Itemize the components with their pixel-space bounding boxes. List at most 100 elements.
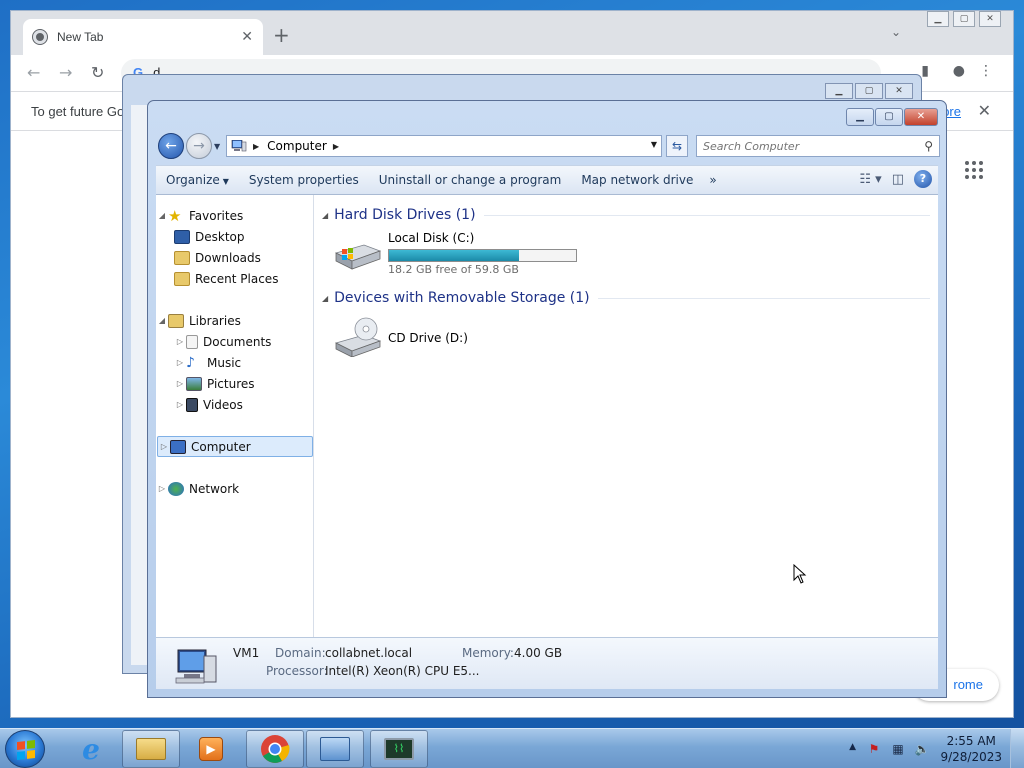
taskbar-chrome[interactable] xyxy=(246,730,304,768)
explorer-forward-icon[interactable]: → xyxy=(186,133,212,159)
explorer-maximize-button[interactable]: ▢ xyxy=(875,108,903,126)
refresh-icon[interactable]: ⇆ xyxy=(666,135,688,157)
change-view-icon[interactable]: ☷ ▾ xyxy=(859,172,881,187)
view-controls: ☷ ▾ ◫ ? xyxy=(859,170,932,188)
expanded-triangle-icon[interactable]: ◢ xyxy=(322,294,328,303)
drive-c-usage-fill xyxy=(389,250,520,261)
breadcrumb-computer[interactable]: Computer xyxy=(267,139,327,153)
taskbar-internet-explorer[interactable]: e xyxy=(62,730,120,768)
desktop-icon xyxy=(174,229,190,244)
music-note-icon: ♪ xyxy=(186,354,195,371)
chrome-tab-new-tab[interactable]: New Tab ✕ xyxy=(23,19,263,55)
nav-downloads[interactable]: Downloads xyxy=(174,247,261,268)
infobar-message: To get future Go xyxy=(31,104,125,119)
nav-libraries[interactable]: ◢ Libraries xyxy=(156,310,241,331)
nav-favorites-label: Favorites xyxy=(189,208,244,223)
address-dropdown-icon[interactable]: ▼ xyxy=(651,140,657,149)
nav-network[interactable]: ▷ Network xyxy=(156,478,239,499)
more-commands-button[interactable]: » xyxy=(703,173,722,187)
expanded-triangle-icon[interactable]: ◢ xyxy=(322,211,328,220)
search-box[interactable]: ⚲ xyxy=(696,135,940,157)
nav-favorites[interactable]: ◢ ★ Favorites xyxy=(156,205,243,226)
action-center-icon[interactable]: ⚑ xyxy=(866,741,882,757)
nav-documents[interactable]: ▷ Documents xyxy=(174,331,271,352)
chrome-minimize-button[interactable]: ▁ xyxy=(927,11,949,27)
forward-arrow-icon[interactable]: → xyxy=(59,63,72,82)
nav-music[interactable]: ▷ ♪ Music xyxy=(174,352,241,373)
group-divider xyxy=(597,297,930,299)
collapsed-triangle-icon[interactable]: ▷ xyxy=(174,358,186,367)
task-manager-icon: ⌇⌇ xyxy=(384,738,414,760)
new-tab-plus-icon[interactable]: + xyxy=(273,23,290,47)
chrome-tab-title: New Tab xyxy=(57,30,104,44)
chrome-close-button[interactable]: ✕ xyxy=(979,11,1001,27)
map-network-drive-button[interactable]: Map network drive xyxy=(571,173,703,187)
taskbar-task-manager[interactable]: ⌇⌇ xyxy=(370,730,428,768)
side-panel-icon[interactable]: ▮ xyxy=(921,63,929,79)
taskbar-media-player[interactable]: ▶ xyxy=(182,730,240,768)
recent-pages-dropdown-icon[interactable]: ▼ xyxy=(214,142,220,151)
collapsed-triangle-icon[interactable]: ▷ xyxy=(156,484,168,493)
nav-recent-places[interactable]: Recent Places xyxy=(174,268,278,289)
collapsed-triangle-icon[interactable]: ▷ xyxy=(174,379,186,388)
content-pane: ◢ Hard Disk Drives (1) Local Disk (C:) 1… xyxy=(316,195,938,639)
bg-close-button[interactable]: ✕ xyxy=(885,83,913,99)
preview-pane-icon[interactable]: ◫ xyxy=(892,172,904,187)
tab-close-icon[interactable]: ✕ xyxy=(241,29,253,45)
group-divider xyxy=(483,214,930,216)
explorer-minimize-button[interactable]: ▁ xyxy=(846,108,874,126)
address-bar[interactable]: ▶ Computer ▶ ▼ xyxy=(226,135,662,157)
nav-documents-label: Documents xyxy=(203,334,272,349)
memory-label: Memory: xyxy=(462,646,514,660)
chrome-menu-icon[interactable]: ⋮ xyxy=(979,63,993,79)
help-icon[interactable]: ? xyxy=(914,170,932,188)
drive-d-name: CD Drive (D:) xyxy=(388,331,468,345)
expanded-triangle-icon[interactable]: ◢ xyxy=(156,316,168,325)
recent-places-icon xyxy=(174,271,190,286)
start-button[interactable] xyxy=(5,730,45,768)
organize-button[interactable]: Organize ▼ xyxy=(156,173,239,187)
expanded-triangle-icon[interactable]: ◢ xyxy=(156,211,168,220)
collapsed-triangle-icon[interactable]: ▷ xyxy=(158,442,170,451)
search-icon[interactable]: ⚲ xyxy=(924,139,933,153)
collapsed-triangle-icon[interactable]: ▷ xyxy=(174,337,186,346)
reload-icon[interactable]: ↻ xyxy=(91,63,104,82)
taskbar-windows-explorer[interactable] xyxy=(122,730,180,768)
uninstall-program-button[interactable]: Uninstall or change a program xyxy=(369,173,572,187)
processor-label: Processor: xyxy=(266,664,328,678)
system-properties-button[interactable]: System properties xyxy=(239,173,369,187)
clock[interactable]: 2:55 AM 9/28/2023 xyxy=(940,733,1002,765)
infobar-close-icon[interactable]: ✕ xyxy=(978,101,991,120)
nav-videos[interactable]: ▷ Videos xyxy=(174,394,243,415)
drive-c-free-space: 18.2 GB free of 59.8 GB xyxy=(388,263,519,276)
group-hard-disk-drives[interactable]: ◢ Hard Disk Drives (1) xyxy=(322,204,930,226)
bg-minimize-button[interactable]: ▁ xyxy=(825,83,853,99)
network-icon[interactable]: ▦ xyxy=(890,741,906,757)
system-tray: ▲ ⚑ ▦ 🔈 2:55 AM 9/28/2023 xyxy=(844,729,1024,768)
tab-search-chevron-icon[interactable]: ⌄ xyxy=(891,25,901,39)
show-desktop-button[interactable] xyxy=(1010,729,1024,768)
star-icon: ★ xyxy=(168,206,182,225)
explorer-close-button[interactable]: ✕ xyxy=(904,108,938,126)
bg-maximize-button[interactable]: ▢ xyxy=(855,83,883,99)
explorer-back-icon[interactable]: ← xyxy=(158,133,184,159)
media-player-icon: ▶ xyxy=(199,737,223,761)
chrome-maximize-button[interactable]: ▢ xyxy=(953,11,975,27)
search-input[interactable] xyxy=(703,139,925,153)
nav-pictures[interactable]: ▷ Pictures xyxy=(174,373,255,394)
nav-desktop[interactable]: Desktop xyxy=(174,226,245,247)
google-apps-grid-icon[interactable] xyxy=(965,161,983,179)
taskbar-control-panel[interactable] xyxy=(306,730,364,768)
nav-computer[interactable]: ▷ Computer xyxy=(157,436,313,457)
volume-muted-icon[interactable]: 🔈 xyxy=(914,741,930,757)
show-hidden-icons-icon[interactable]: ▲ xyxy=(849,742,856,752)
nav-music-label: Music xyxy=(207,355,242,370)
collapsed-triangle-icon[interactable]: ▷ xyxy=(174,400,186,409)
group-removable-storage[interactable]: ◢ Devices with Removable Storage (1) xyxy=(322,287,930,309)
cd-drive-icon xyxy=(334,317,382,357)
profile-avatar-icon[interactable]: ● xyxy=(953,63,965,79)
network-globe-icon xyxy=(168,481,184,496)
breadcrumb-arrow-icon[interactable]: ▶ xyxy=(333,142,339,151)
breadcrumb-arrow-icon[interactable]: ▶ xyxy=(253,142,259,151)
back-arrow-icon[interactable]: ← xyxy=(27,63,40,82)
